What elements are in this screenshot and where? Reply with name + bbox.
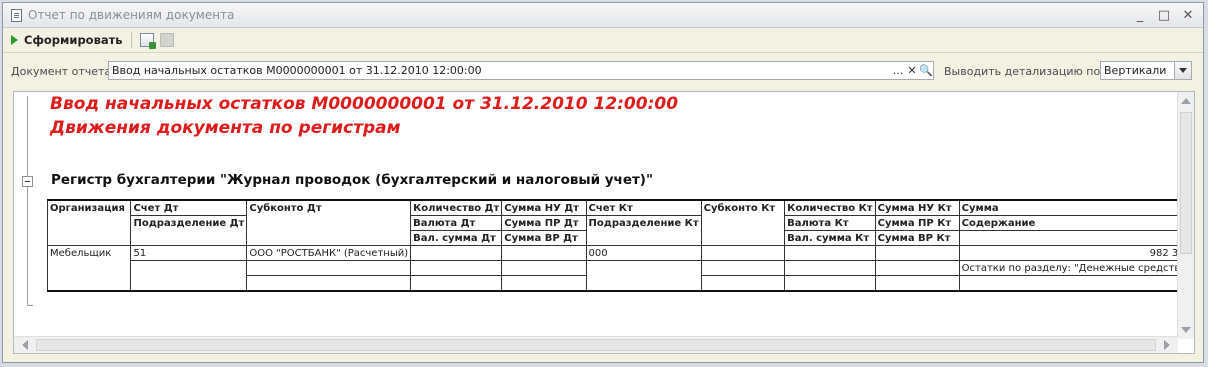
toolbar: Сформировать xyxy=(3,28,1203,53)
group-bracket xyxy=(22,96,34,306)
header-row-3: Вал. сумма Дт Сумма ВР Дт Вал. сумма Кт … xyxy=(46,230,1194,246)
header-row-2: Подразделение Дт Валюта Дт Сумма ПР Дт П… xyxy=(46,215,1194,231)
vertical-scrollbar[interactable] xyxy=(1177,92,1194,339)
col-subdiv-dt: Подразделение Дт xyxy=(130,215,248,231)
clear-icon[interactable]: ✕ xyxy=(905,64,919,77)
header-row-1: Организация Счет Дт Субконто Дт Количест… xyxy=(46,199,1194,216)
document-icon xyxy=(11,8,22,22)
report-subtitle: Движения документа по регистрам xyxy=(50,118,401,138)
detail-value: Вертикали xyxy=(1104,64,1167,77)
scroll-down-icon[interactable] xyxy=(1181,327,1191,333)
collapse-icon[interactable] xyxy=(22,176,33,187)
minimize-button[interactable]: _ xyxy=(1133,8,1147,23)
detail-label: Выводить детализацию по: xyxy=(944,65,1104,78)
horizontal-scrollbar[interactable] xyxy=(14,336,1178,353)
play-icon xyxy=(11,35,18,45)
cell-account-kt: 000 xyxy=(585,245,702,261)
table-row-3 xyxy=(46,275,1194,292)
col-subconto-kt: Субконто Кт xyxy=(700,199,786,216)
col-account-dt: Счет Дт xyxy=(130,199,248,216)
col-subdiv-kt: Подразделение Кт xyxy=(585,215,702,231)
cell-account-dt: 51 xyxy=(130,245,248,261)
col-currency-dt: Валюта Дт xyxy=(410,215,503,231)
scroll-left-icon[interactable] xyxy=(22,340,28,350)
cell-subconto-dt: ООО "РОСТБАНК" (Расчетный) xyxy=(246,245,412,261)
cell-org: Мебельщик xyxy=(46,245,132,261)
close-button[interactable]: ✕ xyxy=(1181,8,1195,23)
col-sum-nu-kt: Сумма НУ Кт xyxy=(874,199,960,216)
table-row: Мебельщик 51 ООО "РОСТБАНК" (Расчетный) … xyxy=(46,245,1194,261)
col-qty-kt: Количество Кт xyxy=(784,199,876,216)
report-window: Отчет по движениям документа _ □ ✕ Сформ… xyxy=(2,2,1204,363)
col-qty-dt: Количество Дт xyxy=(410,199,503,216)
cell-content: Остатки по разделу: "Денежные средства" xyxy=(958,260,1194,276)
col-currency-kt: Валюта Кт xyxy=(784,215,876,231)
movements-table: Организация Счет Дт Субконто Дт Количест… xyxy=(46,199,1194,292)
col-cur-sum-dt: Вал. сумма Дт xyxy=(410,230,503,246)
title-bar: Отчет по движениям документа _ □ ✕ xyxy=(3,3,1203,28)
generate-label: Сформировать xyxy=(24,33,123,47)
detail-select[interactable]: Вертикали xyxy=(1100,61,1192,80)
scroll-up-icon[interactable] xyxy=(1181,98,1191,104)
col-account-kt: Счет Кт xyxy=(585,199,702,216)
toolbar-separator xyxy=(130,32,132,48)
scroll-thumb[interactable] xyxy=(1180,112,1192,254)
table-row-2: Остатки по разделу: "Денежные средства" xyxy=(46,260,1194,276)
col-org: Организация xyxy=(46,199,132,216)
col-sum: Сумма xyxy=(958,199,1194,216)
col-sum-pr-kt: Сумма ПР Кт xyxy=(874,215,960,231)
scroll-thumb-h[interactable] xyxy=(36,339,1156,351)
search-icon[interactable]: 🔍 xyxy=(919,64,933,77)
save-icon[interactable] xyxy=(159,33,174,47)
col-sum-vr-dt: Сумма ВР Дт xyxy=(501,230,587,246)
col-cur-sum-kt: Вал. сумма Кт xyxy=(784,230,876,246)
settings-icon[interactable] xyxy=(139,33,156,49)
chevron-down-icon[interactable] xyxy=(1174,62,1191,79)
window-title: Отчет по движениям документа xyxy=(28,8,235,22)
generate-button[interactable]: Сформировать xyxy=(11,33,123,47)
col-sum-nu-dt: Сумма НУ Дт xyxy=(501,199,587,216)
params-panel: Документ отчета: Ввод начальных остатков… xyxy=(3,61,1203,83)
col-subconto-dt: Субконто Дт xyxy=(246,199,412,216)
report-title: Ввод начальных остатков М0000000001 от 3… xyxy=(50,94,679,114)
scroll-right-icon[interactable] xyxy=(1164,340,1170,350)
report-area[interactable]: Ввод начальных остатков М0000000001 от 3… xyxy=(13,91,1195,354)
col-sum-vr-kt: Сумма ВР Кт xyxy=(874,230,960,246)
document-value: Ввод начальных остатков М0000000001 от 3… xyxy=(112,64,482,77)
select-button[interactable]: ... xyxy=(891,64,905,77)
col-content: Содержание xyxy=(958,215,1194,231)
cell-sum: 982 374 xyxy=(958,245,1194,261)
register-title: Регистр бухгалтерии "Журнал проводок (бу… xyxy=(51,172,654,188)
col-sum-pr-dt: Сумма ПР Дт xyxy=(501,215,587,231)
maximize-button[interactable]: □ xyxy=(1157,8,1171,23)
document-label: Документ отчета: xyxy=(11,65,115,78)
document-field[interactable]: Ввод начальных остатков М0000000001 от 3… xyxy=(108,61,934,80)
